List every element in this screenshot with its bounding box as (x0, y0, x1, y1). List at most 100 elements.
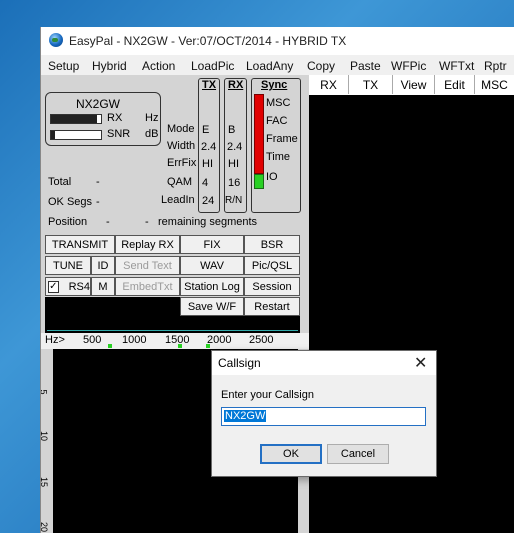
app-globe-icon (49, 33, 63, 47)
frequency-scale: Hz> 500 1000 1500 2000 2500 (41, 333, 309, 349)
id-button[interactable]: ID (91, 256, 115, 275)
menu-wfpic[interactable]: WFPic (391, 59, 426, 73)
spectrum-display (45, 297, 180, 333)
leadin-label: LeadIn (161, 194, 195, 206)
dialog-title: Callsign (218, 356, 261, 370)
station-log-button[interactable]: Station Log (180, 277, 244, 296)
menu-loadany[interactable]: LoadAny (246, 59, 293, 73)
hz-label: Hz (145, 112, 159, 124)
freq-tick-500: 500 (83, 334, 102, 346)
tab-msc[interactable]: MSC (475, 75, 514, 94)
freq-tick-2500: 2500 (249, 334, 274, 346)
pic-qsl-button[interactable]: Pic/QSL (244, 256, 300, 275)
tab-tx[interactable]: TX (349, 75, 393, 94)
total-value: - (96, 176, 100, 188)
close-icon[interactable]: ✕ (414, 353, 427, 373)
sync-time: Time (266, 151, 291, 163)
menu-setup[interactable]: Setup (48, 59, 79, 73)
ruler-10: 10 (40, 430, 50, 442)
hz-scale-label: Hz> (45, 334, 65, 346)
menu-hybrid[interactable]: Hybrid (92, 59, 127, 73)
db-label: dB (145, 128, 159, 140)
io-led (254, 174, 264, 189)
carrier-marker-2 (178, 344, 182, 348)
waterfall-ruler: 5 10 15 20 (41, 349, 53, 533)
send-text-button[interactable]: Send Text (115, 256, 180, 275)
errfix-label: ErrFix (167, 157, 197, 169)
dialog-prompt: Enter your Callsign (221, 389, 314, 401)
title-bar[interactable]: EasyPal - NX2GW - Ver:07/OCT/2014 - HYBR… (41, 27, 514, 55)
sync-msc: MSC (266, 97, 291, 109)
tab-rx[interactable]: RX (309, 75, 349, 94)
ruler-15: 15 (40, 476, 50, 488)
rx-header: RX (228, 79, 244, 91)
sync-red-bar (254, 94, 264, 174)
menu-paste[interactable]: Paste (350, 59, 381, 73)
ok-segs-label: OK Segs (48, 196, 93, 208)
menu-action[interactable]: Action (142, 59, 175, 73)
carrier-marker-1 (108, 344, 112, 348)
tx-header: TX (202, 79, 217, 91)
rx-mode: B (228, 124, 236, 136)
snr-meter (50, 130, 102, 140)
tx-errfix: HI (202, 158, 213, 170)
sync-header: Sync (261, 79, 288, 91)
signal-box: NX2GW RX Hz SNR dB (45, 92, 161, 146)
rx-qam: 16 (228, 177, 241, 189)
sync-fac: FAC (266, 115, 288, 127)
station-callsign: NX2GW (76, 97, 121, 111)
spectrum-trace (47, 330, 298, 331)
rs4-label: RS4 (68, 280, 90, 293)
rx-column: RX B 2.4 HI 16 R/N (224, 78, 247, 213)
rx-meter (50, 114, 102, 124)
tab-view[interactable]: View (393, 75, 435, 94)
menu-wftxt[interactable]: WFTxt (439, 59, 474, 73)
qam-label: QAM (167, 176, 193, 188)
freq-tick-1000: 1000 (122, 334, 147, 346)
session-button[interactable]: Session (244, 277, 300, 296)
menu-copy[interactable]: Copy (307, 59, 335, 73)
rx-label: RX (107, 112, 123, 124)
rx-errfix: HI (228, 158, 239, 170)
check-icon: ✓ (48, 280, 59, 293)
sync-panel: Sync MSC FAC Frame Time IO (251, 78, 301, 213)
mode-label: Mode (167, 123, 195, 135)
tx-qam: 4 (202, 177, 209, 189)
snr-label: SNR (107, 128, 131, 140)
cancel-button[interactable]: Cancel (327, 444, 389, 464)
tab-edit[interactable]: Edit (435, 75, 475, 94)
transmit-button[interactable]: TRANSMIT (45, 235, 115, 254)
carrier-marker-3 (206, 344, 210, 348)
total-label: Total (48, 176, 72, 188)
view-tabs: RX TX View Edit MSC (309, 75, 514, 96)
remaining-label: remaining segments (158, 216, 258, 228)
sync-frame: Frame (266, 133, 298, 145)
ok-button[interactable]: OK (260, 444, 322, 464)
callsign-dialog: Callsign ✕ Enter your Callsign NX2GW OK … (211, 350, 437, 477)
menu-rptr[interactable]: Rptr (484, 59, 507, 73)
position-label: Position (48, 216, 88, 228)
sync-io: IO (266, 171, 278, 183)
rs4-checkbox[interactable]: ✓ RS4 (45, 277, 91, 296)
tx-leadin: 24 (202, 195, 215, 207)
tx-width: 2.4 (201, 141, 217, 153)
remaining-value: - (145, 216, 149, 228)
bsr-button[interactable]: BSR (244, 235, 300, 254)
save-wf-button[interactable]: Save W/F (180, 297, 244, 316)
wav-button[interactable]: WAV (180, 256, 244, 275)
m-button[interactable]: M (91, 277, 115, 296)
replay-rx-button[interactable]: Replay RX (115, 235, 180, 254)
restart-button[interactable]: Restart (244, 297, 300, 316)
embed-txt-button[interactable]: EmbedTxt (115, 277, 180, 296)
dialog-title-bar[interactable]: Callsign ✕ (212, 351, 436, 375)
ruler-20: 20 (40, 521, 50, 533)
menu-bar: Setup Hybrid Action LoadPic LoadAny Copy… (41, 55, 514, 75)
callsign-input[interactable]: NX2GW (221, 407, 426, 426)
tune-button[interactable]: TUNE (45, 256, 91, 275)
width-label: Width (167, 140, 196, 152)
tx-mode: E (202, 124, 210, 136)
fix-button[interactable]: FIX (180, 235, 244, 254)
menu-loadpic[interactable]: LoadPic (191, 59, 234, 73)
callsign-input-value: NX2GW (224, 410, 267, 422)
rx-width: 2.4 (227, 141, 243, 153)
